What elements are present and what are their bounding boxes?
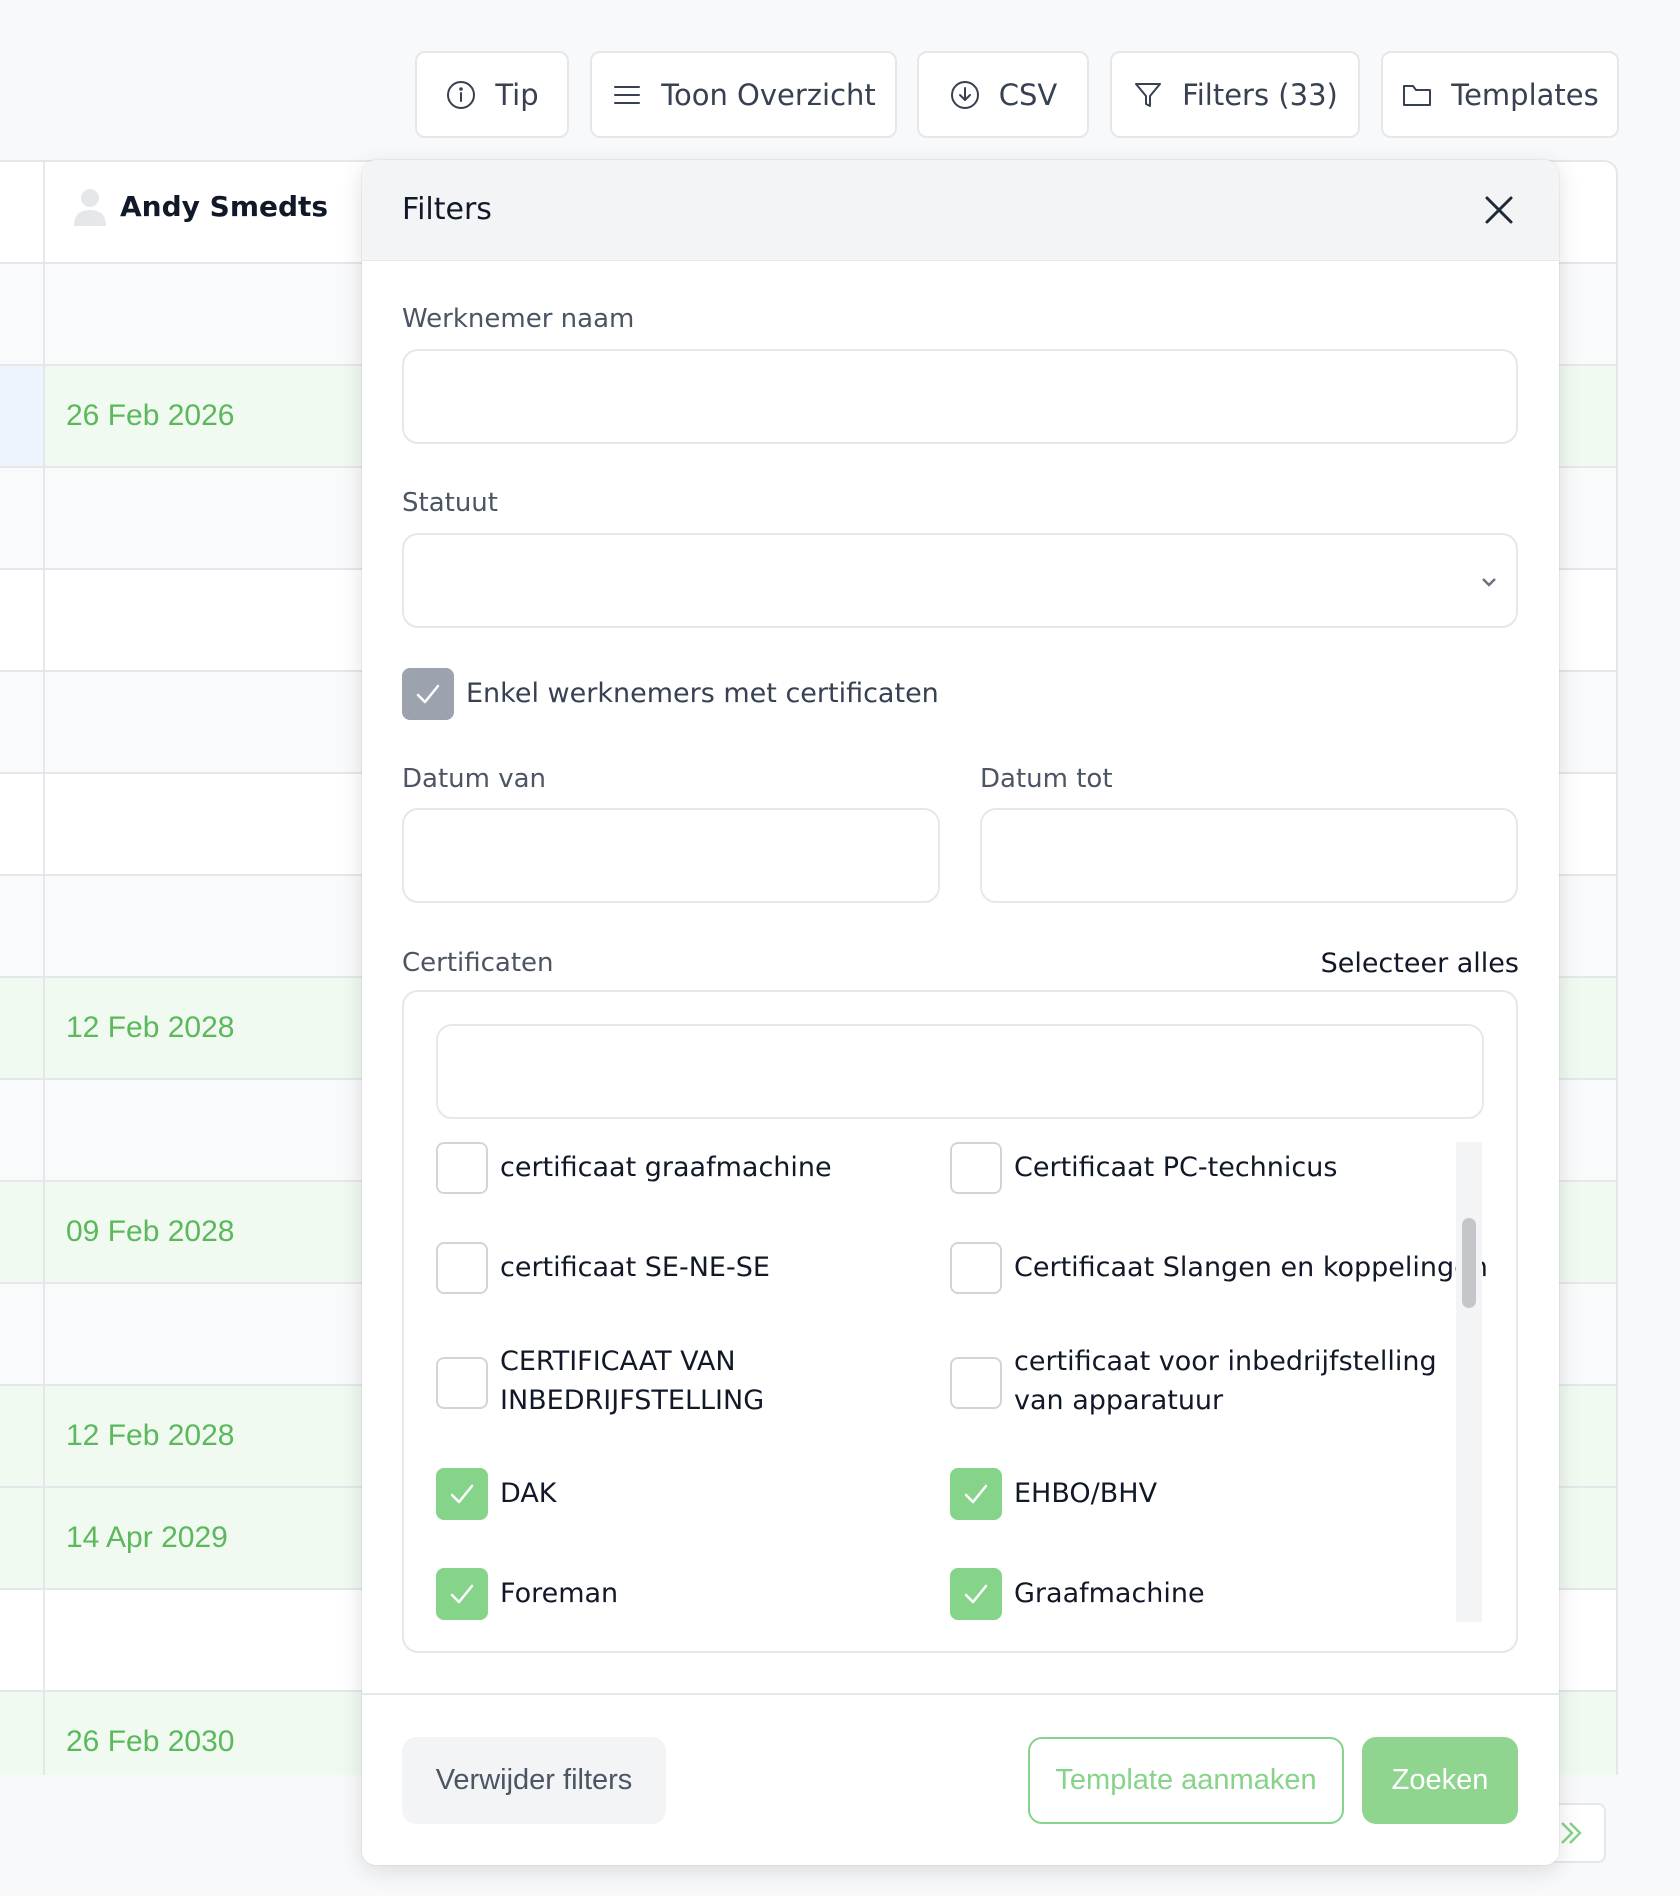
certificate-checkbox[interactable] xyxy=(436,1568,488,1620)
close-button[interactable] xyxy=(1479,190,1519,230)
select-all-link[interactable]: Selecteer alles xyxy=(1321,948,1519,979)
employee-name-label: Werknemer naam xyxy=(402,304,635,334)
certificate-checkbox[interactable] xyxy=(436,1242,488,1294)
filters-panel: Filters Werknemer naam Statuut Enkel wer… xyxy=(362,160,1559,1865)
certificate-checkbox[interactable] xyxy=(950,1242,1002,1294)
certificate-checkbox[interactable] xyxy=(950,1468,1002,1520)
certificate-checkbox[interactable] xyxy=(436,1357,488,1409)
checkmark-icon xyxy=(964,1584,988,1604)
certificate-checkbox[interactable] xyxy=(950,1568,1002,1620)
certificate-label: CERTIFICAAT VAN INBEDRIJFSTELLING xyxy=(500,1346,765,1416)
certificate-label: certificaat SE-NE-SE xyxy=(500,1252,770,1283)
menu-lines-icon xyxy=(614,85,641,104)
expiry-date: 26 Feb 2026 xyxy=(66,399,235,432)
date-from-input[interactable] xyxy=(402,808,940,903)
info-icon xyxy=(447,80,476,109)
search-button[interactable]: Zoeken xyxy=(1362,1737,1518,1824)
date-from-label: Datum van xyxy=(402,764,547,794)
certificate-checkbox[interactable] xyxy=(950,1142,1002,1194)
employee-name-input[interactable] xyxy=(402,349,1518,444)
employee-name: Andy Smedts xyxy=(120,189,329,223)
checkmark-icon xyxy=(450,1484,474,1504)
folder-icon xyxy=(1403,84,1432,106)
templates-label: Templates xyxy=(1451,77,1599,112)
expiry-date: 12 Feb 2028 xyxy=(66,1011,235,1044)
filters-button[interactable]: Filters (33) xyxy=(1110,51,1360,138)
expiry-date: 09 Feb 2028 xyxy=(66,1215,235,1248)
status-label: Statuut xyxy=(402,488,498,518)
certificate-label: Foreman xyxy=(500,1578,619,1609)
certificate-label: Certificaat PC-technicus xyxy=(1014,1152,1338,1183)
expiry-date: 12 Feb 2028 xyxy=(66,1419,235,1452)
employee-column-header: Andy Smedts xyxy=(72,186,328,226)
only-with-certificates-checkbox[interactable] xyxy=(402,668,454,720)
certificate-checkbox[interactable] xyxy=(436,1142,488,1194)
create-template-button[interactable]: Template aanmaken xyxy=(1028,1737,1344,1824)
funnel-icon xyxy=(1135,82,1162,107)
close-icon xyxy=(1485,196,1513,224)
chevron-down-icon xyxy=(1478,571,1500,593)
date-to-label: Datum tot xyxy=(980,764,1113,794)
certificate-search-input[interactable] xyxy=(436,1024,1484,1119)
filters-panel-footer: Verwijder filters Template aanmaken Zoek… xyxy=(362,1693,1559,1865)
avatar xyxy=(72,186,108,226)
checkmark-icon xyxy=(416,684,440,704)
templates-button[interactable]: Templates xyxy=(1381,51,1619,138)
certificate-label: EHBO/BHV xyxy=(1014,1478,1158,1509)
certificate-checkbox[interactable] xyxy=(950,1357,1002,1409)
tip-button[interactable]: Tip xyxy=(415,51,569,138)
double-chevron-right-icon xyxy=(1561,1822,1582,1844)
csv-label: CSV xyxy=(998,77,1058,112)
scrollbar-track[interactable] xyxy=(1456,1142,1482,1622)
scrollbar-thumb[interactable] xyxy=(1462,1218,1476,1308)
certificate-label: Certificaat Slangen en koppelingen xyxy=(1014,1252,1488,1283)
only-with-certificates-label: Enkel werknemers met certificaten xyxy=(466,678,939,709)
tip-label: Tip xyxy=(495,77,539,112)
expiry-date: 26 Feb 2030 xyxy=(66,1725,235,1758)
filters-panel-header: Filters xyxy=(362,160,1559,261)
show-overview-label: Toon Overzicht xyxy=(661,77,876,112)
certificate-label: certificaat graafmachine xyxy=(500,1152,832,1183)
status-select[interactable] xyxy=(402,533,1518,628)
date-to-input[interactable] xyxy=(980,808,1518,903)
certificate-label: Graafmachine xyxy=(1014,1578,1205,1609)
checkmark-icon xyxy=(964,1484,988,1504)
filters-panel-title: Filters xyxy=(402,192,492,227)
show-overview-button[interactable]: Toon Overzicht xyxy=(590,51,897,138)
csv-button[interactable]: CSV xyxy=(917,51,1089,138)
certificate-label: DAK xyxy=(500,1478,557,1509)
certificate-label: certificaat voor inbedrijfstelling van a… xyxy=(1014,1346,1437,1416)
certificate-checkbox[interactable] xyxy=(436,1468,488,1520)
download-circle-icon xyxy=(950,80,979,109)
remove-filters-button[interactable]: Verwijder filters xyxy=(402,1737,666,1824)
certificates-label: Certificaten xyxy=(402,948,554,978)
certificates-list: certificaat graafmachine Certificaat PC-… xyxy=(402,990,1518,1653)
checkmark-icon xyxy=(450,1584,474,1604)
expiry-date: 14 Apr 2029 xyxy=(66,1521,228,1554)
filters-label: Filters (33) xyxy=(1182,77,1338,112)
